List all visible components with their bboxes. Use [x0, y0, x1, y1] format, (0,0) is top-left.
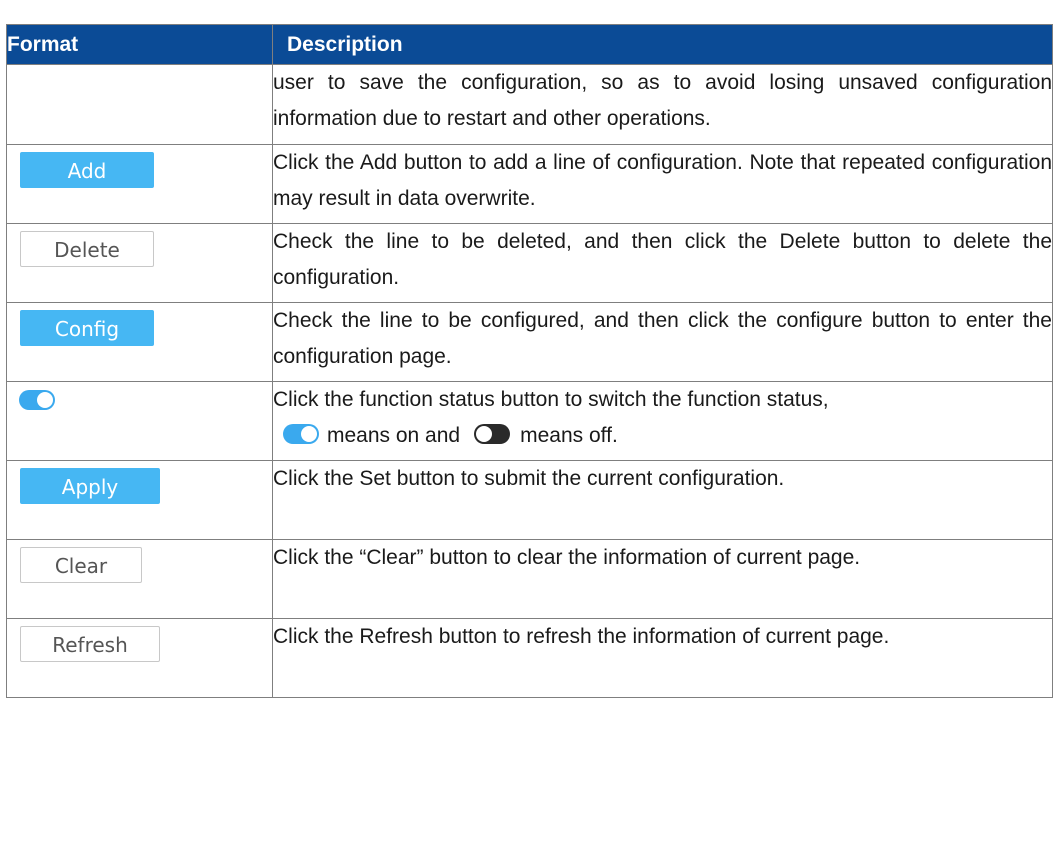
- format-column-header: Format: [6, 24, 273, 65]
- toggle-on-icon: [19, 390, 55, 410]
- format-description-table: Format Description user to save the conf…: [6, 24, 1053, 698]
- table-row-refresh: Refresh Click the Refresh button to refr…: [6, 618, 1053, 698]
- table-row-add: Add Click the Add button to add a line o…: [6, 144, 1053, 224]
- description-cell: Click the Refresh button to refresh the …: [272, 618, 1053, 698]
- format-cell: Apply: [6, 460, 273, 540]
- description-cell: Check the line to be deleted, and then c…: [272, 223, 1053, 303]
- format-cell: Clear: [6, 539, 273, 619]
- table-row-continued: user to save the configuration, so as to…: [6, 64, 1053, 145]
- function-status-toggle[interactable]: [19, 390, 55, 410]
- format-cell: Add: [6, 144, 273, 224]
- toggle-on-icon: [283, 424, 319, 445]
- clear-button[interactable]: Clear: [20, 547, 142, 583]
- means-off-text: means off.: [520, 424, 618, 447]
- table-row-delete: Delete Check the line to be deleted, and…: [6, 223, 1053, 303]
- format-cell-empty: [6, 64, 273, 145]
- table-header-row: Format Description: [6, 24, 1053, 65]
- description-cell: Check the line to be configured, and the…: [272, 302, 1053, 382]
- format-cell: Refresh: [6, 618, 273, 698]
- description-cell: user to save the configuration, so as to…: [272, 64, 1053, 145]
- means-on-text: means on and: [327, 424, 461, 447]
- description-cell: Click the Add button to add a line of co…: [272, 144, 1053, 224]
- add-button[interactable]: Add: [20, 152, 154, 188]
- description-cell: Click the “Clear” button to clear the in…: [272, 539, 1053, 619]
- format-cell: [6, 381, 273, 461]
- config-button[interactable]: Config: [20, 310, 154, 346]
- apply-button[interactable]: Apply: [20, 468, 160, 504]
- table-row-apply: Apply Click the Set button to submit the…: [6, 460, 1053, 540]
- toggle-off-icon: [474, 424, 511, 445]
- refresh-button[interactable]: Refresh: [20, 626, 160, 662]
- format-cell: Delete: [6, 223, 273, 303]
- description-cell: Click the Set button to submit the curre…: [272, 460, 1053, 540]
- table-row-toggle: Click the function status button to swit…: [6, 381, 1053, 461]
- description-cell: Click the function status button to swit…: [272, 381, 1053, 461]
- format-cell: Config: [6, 302, 273, 382]
- table-row-clear: Clear Click the “Clear” button to clear …: [6, 539, 1053, 619]
- delete-button[interactable]: Delete: [20, 231, 154, 267]
- toggle-description-text: Click the function status button to swit…: [273, 388, 829, 411]
- description-column-header: Description: [272, 24, 1053, 65]
- table-row-config: Config Check the line to be configured, …: [6, 302, 1053, 382]
